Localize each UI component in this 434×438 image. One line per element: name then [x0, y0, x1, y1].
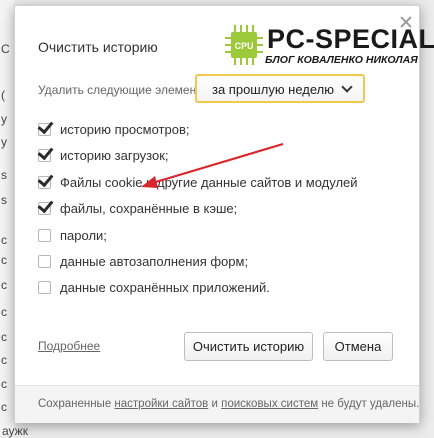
- checkmark-icon: [37, 143, 54, 161]
- bg-fragment: с: [1, 253, 7, 267]
- bg-fragment: с: [1, 377, 7, 391]
- option-label: файлы, сохранённые в кэше;: [60, 201, 238, 216]
- checkbox[interactable]: [38, 281, 51, 294]
- bg-fragment: с: [1, 353, 7, 367]
- checkbox[interactable]: [37, 170, 54, 189]
- remove-elements-label: Удалить следующие элементы:: [38, 83, 214, 97]
- option-label: Файлы cookie и другие данные сайтов и мо…: [60, 175, 358, 190]
- clear-history-dialog: Очистить историю Удалить следующие элеме…: [14, 5, 434, 423]
- bg-fragment: с: [1, 330, 7, 344]
- option-browsing-history[interactable]: историю просмотров;: [37, 117, 388, 140]
- footer-text-part: не будут удалены.: [318, 398, 420, 410]
- checkbox[interactable]: [37, 196, 54, 215]
- checkbox[interactable]: [38, 229, 51, 242]
- page-bottom-text: аужк: [2, 424, 28, 438]
- bg-fragment: (: [1, 88, 5, 102]
- chip-label: CPU: [234, 41, 253, 51]
- chevron-down-icon: [341, 81, 353, 93]
- site-settings-link[interactable]: настройки сайтов: [114, 398, 208, 410]
- bg-fragment: с: [1, 278, 7, 292]
- bg-fragment: с: [1, 400, 7, 414]
- footer-text: Сохраненные настройки сайтов и поисковых…: [38, 398, 419, 410]
- chip-icon: CPU: [225, 25, 263, 65]
- watermark-title: PC-SPECIAL: [267, 24, 434, 54]
- option-cookies[interactable]: Файлы cookie и другие данные сайтов и мо…: [37, 170, 388, 193]
- cancel-button[interactable]: Отмена: [323, 332, 393, 361]
- option-label: историю загрузок;: [60, 148, 169, 163]
- search-engines-link[interactable]: поисковых систем: [221, 398, 318, 410]
- checkbox[interactable]: [38, 255, 51, 268]
- checkbox[interactable]: [37, 143, 54, 162]
- bg-fragment: у: [1, 112, 7, 126]
- footer-text-part: и: [208, 398, 222, 410]
- bg-fragment: С: [1, 42, 10, 56]
- option-label: данные сохранённых приложений.: [60, 280, 270, 295]
- option-label: данные автозаполнения форм;: [60, 254, 249, 269]
- checkmark-icon: [37, 117, 54, 135]
- option-label: пароли;: [60, 228, 107, 243]
- option-autofill[interactable]: данные автозаполнения форм;: [38, 252, 388, 272]
- bg-fragment: с: [1, 305, 7, 319]
- bg-fragment: у: [1, 135, 7, 149]
- option-download-history[interactable]: историю загрузок;: [37, 143, 388, 166]
- bg-fragment: с: [1, 233, 7, 247]
- checkbox[interactable]: [37, 117, 54, 136]
- dialog-title: Очистить историю: [38, 39, 158, 55]
- clear-history-button[interactable]: Очистить историю: [184, 332, 313, 361]
- checkmark-icon: [37, 170, 54, 188]
- bg-fragment: s: [1, 168, 7, 182]
- period-select-value: за прошлую неделю: [212, 82, 335, 97]
- bg-fragment: s: [1, 193, 7, 207]
- watermark-subtitle: БЛОГ КОВАЛЕНКО НИКОЛАЯ: [265, 54, 418, 66]
- page-edge: С ( у у s s с с с с с с с с: [0, 0, 14, 435]
- pc-special-watermark: CPU PC-SPECIAL БЛОГ КОВАЛЕНКО НИКОЛАЯ: [225, 24, 434, 68]
- period-select[interactable]: за прошлую неделю: [195, 74, 365, 103]
- footer-text-part: Сохраненные: [38, 398, 115, 410]
- more-info-link[interactable]: Подробнее: [38, 339, 100, 353]
- option-label: историю просмотров;: [60, 122, 190, 137]
- dialog-footer: Сохраненные настройки сайтов и поисковых…: [15, 385, 419, 423]
- option-app-data[interactable]: данные сохранённых приложений.: [38, 278, 388, 298]
- option-cache[interactable]: файлы, сохранённые в кэше;: [37, 196, 388, 219]
- checkmark-icon: [37, 196, 54, 214]
- option-passwords[interactable]: пароли;: [38, 226, 388, 246]
